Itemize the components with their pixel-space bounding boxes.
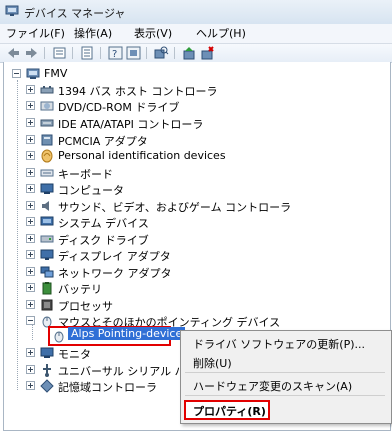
selected-device-label: Alps Pointing-device bbox=[68, 327, 186, 340]
back-icon[interactable] bbox=[6, 46, 21, 60]
monitor-icon bbox=[40, 347, 54, 358]
tree-item-label: システム デバイス bbox=[58, 217, 149, 230]
title-bar: デバイス マネージャ bbox=[0, 0, 392, 25]
expand-toggle[interactable] bbox=[26, 234, 35, 243]
keyboard-icon bbox=[40, 169, 54, 177]
optical-drive-icon bbox=[40, 101, 54, 111]
toolbar-separator bbox=[44, 47, 45, 59]
scan-hardware-icon[interactable] bbox=[154, 46, 169, 60]
device-manager-window: デバイス マネージャ ファイル(F) 操作(A) 表示(V) ヘルプ(H) ? … bbox=[0, 0, 392, 432]
refresh-icon[interactable] bbox=[126, 46, 141, 60]
network-adapter-icon bbox=[40, 266, 54, 278]
properties-icon[interactable] bbox=[80, 46, 95, 60]
tree-item[interactable]: システム デバイス bbox=[26, 213, 326, 231]
expand-toggle[interactable] bbox=[26, 184, 35, 193]
expand-toggle[interactable] bbox=[26, 217, 35, 226]
menu-delete[interactable]: 削除(U) bbox=[193, 355, 232, 371]
menu-file[interactable]: ファイル(F) bbox=[6, 26, 65, 41]
device-manager-icon bbox=[5, 5, 19, 16]
tree-root-label: FMV bbox=[44, 67, 68, 80]
tree-item[interactable]: コンピュータ bbox=[26, 180, 326, 198]
view-icon[interactable] bbox=[52, 46, 67, 60]
help-icon[interactable]: ? bbox=[108, 46, 123, 60]
tree-item[interactable]: バッテリ bbox=[26, 279, 326, 297]
context-menu: ドライバ ソフトウェアの更新(P)... 削除(U) ハードウェア変更のスキャン… bbox=[180, 330, 392, 424]
update-driver-icon[interactable] bbox=[182, 46, 197, 60]
expand-toggle[interactable] bbox=[26, 135, 35, 144]
tree-item[interactable]: 記憶域コントローラ bbox=[26, 377, 176, 395]
expand-toggle[interactable] bbox=[26, 250, 35, 259]
svg-text:?: ? bbox=[112, 49, 117, 60]
display-adapter-icon bbox=[40, 249, 54, 260]
menu-scan-hardware[interactable]: ハードウェア変更のスキャン(A) bbox=[193, 378, 352, 394]
expand-toggle[interactable] bbox=[26, 348, 35, 357]
expand-toggle[interactable] bbox=[26, 365, 35, 374]
tree-item-label: DVD/CD-ROM ドライブ bbox=[58, 101, 180, 114]
tree-item-label: IDE ATA/ATAPI コントローラ bbox=[58, 118, 204, 131]
computer-icon bbox=[40, 183, 54, 194]
toolbar-separator bbox=[100, 47, 101, 59]
uninstall-icon[interactable] bbox=[200, 46, 215, 60]
collapse-toggle[interactable] bbox=[12, 69, 21, 78]
expand-toggle[interactable] bbox=[26, 267, 35, 276]
tree-item-label: モニタ bbox=[58, 348, 91, 361]
menu-separator bbox=[185, 395, 385, 396]
tree-item-label: コンピュータ bbox=[58, 184, 124, 197]
menu-action[interactable]: 操作(A) bbox=[74, 26, 112, 41]
bus-controller-icon bbox=[40, 86, 54, 94]
ide-controller-icon bbox=[40, 119, 54, 127]
tree-item[interactable]: Personal identification devices bbox=[26, 147, 326, 165]
tree-item-selected[interactable]: Alps Pointing-device bbox=[52, 327, 186, 345]
expand-toggle[interactable] bbox=[26, 101, 35, 110]
tree-item-label: ディスプレイ アダプタ bbox=[58, 250, 171, 263]
tree-item[interactable]: DVD/CD-ROM ドライブ bbox=[26, 97, 326, 115]
system-device-icon bbox=[40, 216, 54, 226]
disk-drive-icon bbox=[40, 235, 54, 243]
tree-item-label: 記憶域コントローラ bbox=[58, 381, 157, 394]
menu-separator bbox=[185, 372, 385, 373]
usb-icon bbox=[43, 364, 51, 377]
expand-toggle[interactable] bbox=[26, 151, 35, 160]
tree-item-label: バッテリ bbox=[58, 283, 102, 296]
tree-line bbox=[17, 80, 19, 390]
toolbar-separator bbox=[72, 47, 73, 59]
mouse-icon bbox=[54, 331, 64, 343]
computer-icon bbox=[26, 68, 40, 79]
pcmcia-adapter-icon bbox=[41, 134, 53, 146]
forward-icon[interactable] bbox=[24, 46, 39, 60]
tree-item[interactable]: モニタ bbox=[26, 344, 176, 362]
toolbar: ? bbox=[0, 44, 392, 63]
tree-item[interactable]: ディスプレイ アダプタ bbox=[26, 246, 326, 264]
expand-toggle[interactable] bbox=[26, 381, 35, 390]
expand-toggle[interactable] bbox=[26, 85, 35, 94]
toolbar-separator bbox=[146, 47, 147, 59]
expand-toggle[interactable] bbox=[26, 118, 35, 127]
fingerprint-icon bbox=[41, 149, 53, 163]
menu-properties[interactable]: プロパティ(R) bbox=[193, 403, 266, 419]
expand-toggle[interactable] bbox=[26, 201, 35, 210]
speaker-icon bbox=[42, 201, 49, 211]
storage-controller-icon bbox=[40, 379, 54, 393]
window-title: デバイス マネージャ bbox=[24, 7, 126, 20]
menu-view[interactable]: 表示(V) bbox=[134, 26, 172, 41]
menu-bar: ファイル(F) 操作(A) 表示(V) ヘルプ(H) bbox=[0, 24, 392, 44]
tree-item[interactable]: IDE ATA/ATAPI コントローラ bbox=[26, 114, 326, 132]
collapse-toggle[interactable] bbox=[26, 316, 35, 325]
battery-icon bbox=[42, 282, 52, 295]
processor-icon bbox=[41, 299, 53, 311]
tree-item-label: Personal identification devices bbox=[58, 149, 226, 162]
menu-help[interactable]: ヘルプ(H) bbox=[196, 26, 246, 41]
expand-toggle[interactable] bbox=[26, 283, 35, 292]
menu-update-driver[interactable]: ドライバ ソフトウェアの更新(P)... bbox=[193, 336, 365, 352]
toolbar-separator bbox=[174, 47, 175, 59]
expand-toggle[interactable] bbox=[26, 300, 35, 309]
expand-toggle[interactable] bbox=[26, 168, 35, 177]
